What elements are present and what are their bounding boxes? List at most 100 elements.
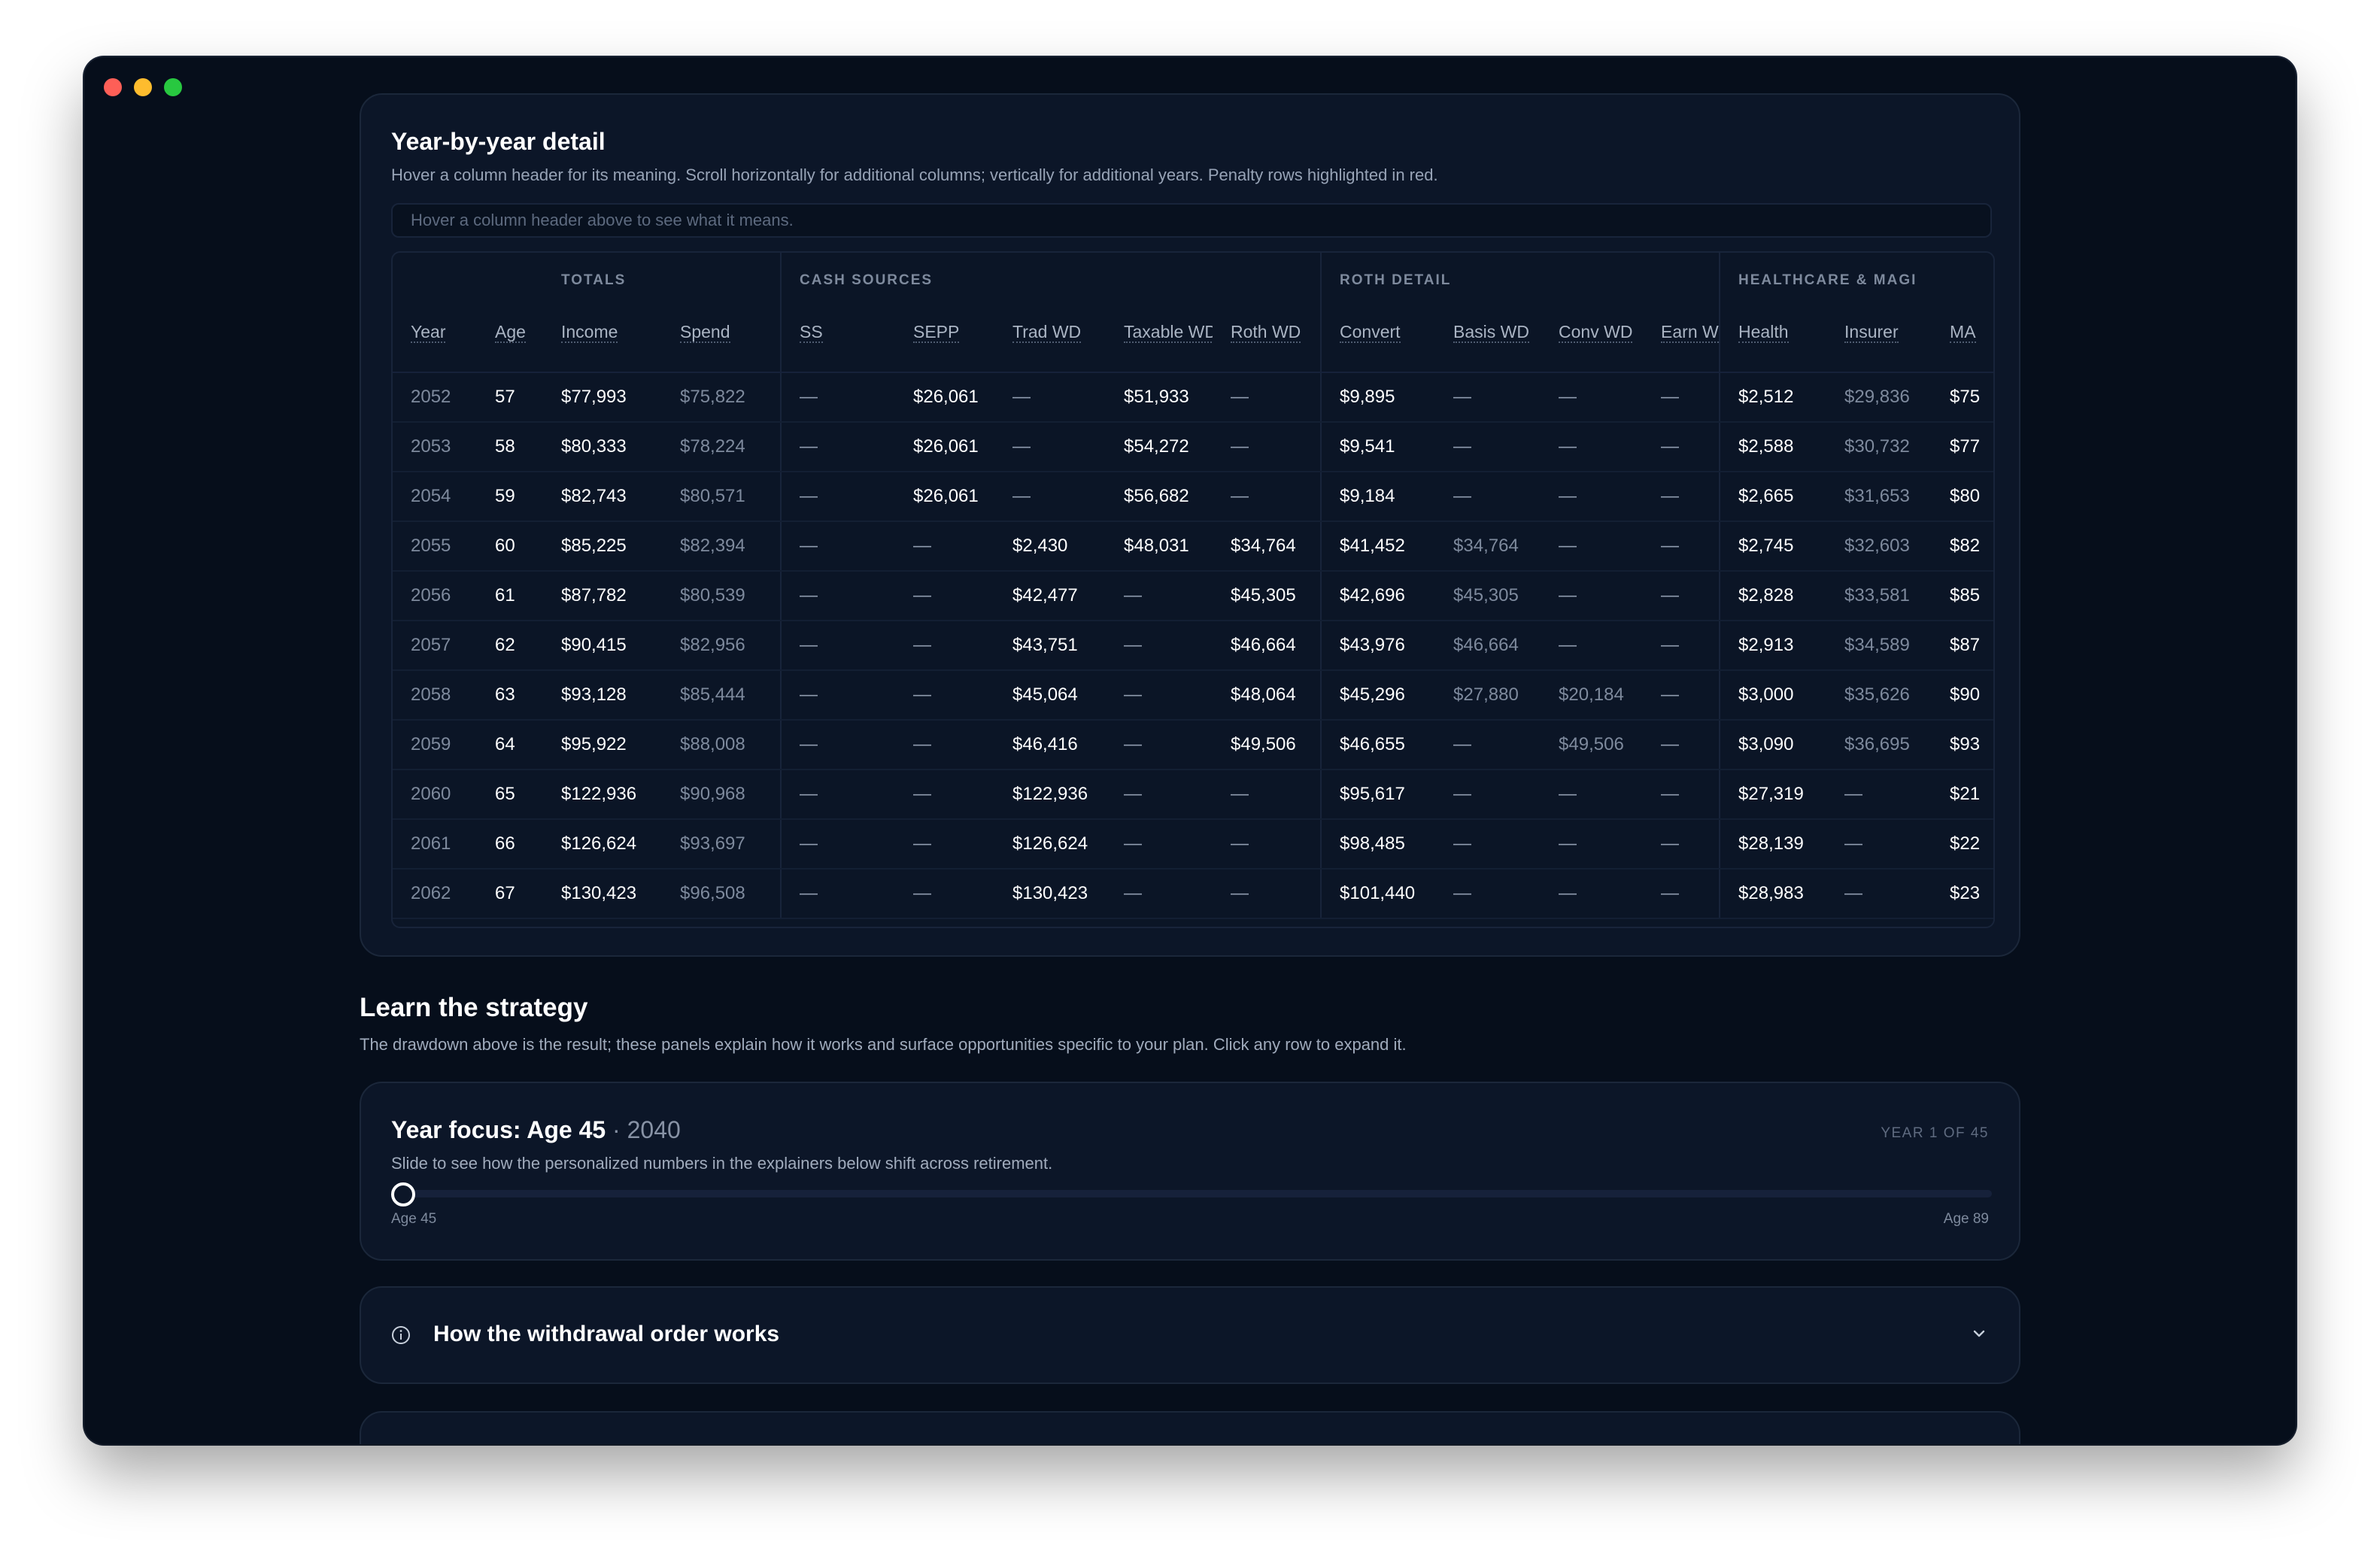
cell-ss: — <box>780 670 895 721</box>
col-header-year[interactable]: Year <box>393 292 477 373</box>
cell-roth-wd: $45,305 <box>1213 571 1322 621</box>
cell-insurer: $31,653 <box>1826 472 1932 522</box>
cell-income: $130,423 <box>543 869 662 919</box>
col-header-trad-wd[interactable]: Trad WD <box>994 292 1106 373</box>
cell-spend: $93,697 <box>662 819 781 870</box>
cell-health: $3,000 <box>1719 670 1827 721</box>
year-detail-table-scroll[interactable]: TOTALS CASH SOURCES ROTH DETAIL HEALTHCA… <box>391 251 1995 928</box>
cell-convert: $95,617 <box>1320 769 1436 820</box>
cell-trad-wd: $42,477 <box>994 571 1106 621</box>
col-header-basis-wd[interactable]: Basis WD <box>1435 292 1541 373</box>
cell-trad-wd: $46,416 <box>994 720 1106 770</box>
cell-year: 2054 <box>393 472 477 522</box>
group-header-row: TOTALS CASH SOURCES ROTH DETAIL HEALTHCA… <box>393 253 1993 292</box>
cell-taxable-wd: — <box>1106 621 1213 671</box>
cell-conv-wd: — <box>1541 372 1644 423</box>
table-row: 2062 67 $130,423 $96,508— — $130,423— — $101,44… <box>393 869 1993 919</box>
chevron-down-icon[interactable] <box>1969 1324 1989 1343</box>
cell-ss: — <box>780 372 895 423</box>
cell-age: 65 <box>477 769 543 820</box>
cell-income: $82,743 <box>543 472 662 522</box>
cell-year: 2056 <box>393 571 477 621</box>
age-slider-track[interactable] <box>391 1190 1992 1197</box>
col-header-taxable-wd[interactable]: Taxable WD <box>1106 292 1213 373</box>
col-header-age[interactable]: Age <box>477 292 543 373</box>
cell-basis-wd: $46,664 <box>1435 621 1541 671</box>
col-header-convert[interactable]: Convert <box>1320 292 1436 373</box>
col-header-label: Trad WD <box>1012 322 1082 343</box>
cell-spend: $80,539 <box>662 571 781 621</box>
cell-health: $2,512 <box>1719 372 1827 423</box>
col-header-label: SS <box>800 322 823 343</box>
cell-taxable-wd: — <box>1106 720 1213 770</box>
col-header-label: Income <box>561 322 618 343</box>
cell-year: 2052 <box>393 372 477 423</box>
year-focus-title: Year focus: Age 45 · 2040 <box>391 1116 681 1144</box>
cell-taxable-wd: — <box>1106 869 1213 919</box>
year-focus-age: Year focus: Age 45 <box>391 1116 606 1143</box>
cell-basis-wd: $27,880 <box>1435 670 1541 721</box>
cell-insurer: $34,589 <box>1826 621 1932 671</box>
col-header-spend[interactable]: Spend <box>662 292 781 373</box>
close-window-button[interactable] <box>104 78 122 96</box>
cell-spend: $90,968 <box>662 769 781 820</box>
cell-convert: $9,541 <box>1320 422 1436 472</box>
col-header-health[interactable]: Health <box>1719 292 1827 373</box>
cell-roth-wd: — <box>1213 819 1322 870</box>
cell-earn-wd: — <box>1643 769 1720 820</box>
cell-sepp: $26,061 <box>895 372 994 423</box>
col-header-income[interactable]: Income <box>543 292 662 373</box>
col-header-magi[interactable]: MA <box>1932 292 1993 373</box>
col-header-insurer[interactable]: Insurer <box>1826 292 1932 373</box>
cell-roth-wd: — <box>1213 472 1322 522</box>
cell-magi: $21 <box>1932 769 1993 820</box>
cell-health: $2,745 <box>1719 521 1827 572</box>
table-row: 2052 57 $77,993 $75,822— $26,061— $51,933— $9,… <box>393 372 1993 423</box>
cell-conv-wd: — <box>1541 521 1644 572</box>
cell-ss: — <box>780 819 895 870</box>
col-header-sepp[interactable]: SEPP <box>895 292 994 373</box>
cell-taxable-wd: $51,933 <box>1106 372 1213 423</box>
col-header-earn-wd[interactable]: Earn WD <box>1643 292 1720 373</box>
cell-convert: $43,976 <box>1320 621 1436 671</box>
col-header-label: Spend <box>680 322 730 343</box>
cell-sepp: $26,061 <box>895 422 994 472</box>
withdrawal-order-accordion[interactable]: How the withdrawal order works <box>360 1286 2020 1384</box>
col-header-label: Year <box>411 322 446 343</box>
table-row: 2060 65 $122,936 $90,968— — $122,936— — $95,617… <box>393 769 1993 820</box>
age-slider-thumb[interactable] <box>391 1182 415 1206</box>
cell-taxable-wd: $54,272 <box>1106 422 1213 472</box>
minimize-window-button[interactable] <box>134 78 152 96</box>
cell-magi: $90 <box>1932 670 1993 721</box>
table-row: 2053 58 $80,333 $78,224— $26,061— $54,272— $9,… <box>393 422 1993 472</box>
cell-conv-wd: — <box>1541 621 1644 671</box>
col-header-label: Roth WD <box>1231 322 1301 343</box>
cell-roth-wd: — <box>1213 869 1322 919</box>
cell-spend: $82,394 <box>662 521 781 572</box>
cell-basis-wd: — <box>1435 869 1541 919</box>
col-header-conv-wd[interactable]: Conv WD <box>1541 292 1644 373</box>
cell-roth-wd: — <box>1213 372 1322 423</box>
next-accordion-card[interactable] <box>360 1411 2020 1444</box>
year-detail-table: TOTALS CASH SOURCES ROTH DETAIL HEALTHCA… <box>393 253 1993 919</box>
cell-earn-wd: — <box>1643 571 1720 621</box>
learn-subtitle: The drawdown above is the result; these … <box>360 1035 1407 1054</box>
zoom-window-button[interactable] <box>164 78 182 96</box>
cell-ss: — <box>780 422 895 472</box>
cell-trad-wd: — <box>994 472 1106 522</box>
col-header-roth-wd[interactable]: Roth WD <box>1213 292 1322 373</box>
cell-health: $2,913 <box>1719 621 1827 671</box>
info-icon <box>392 1326 410 1344</box>
cell-earn-wd: — <box>1643 869 1720 919</box>
cell-convert: $45,296 <box>1320 670 1436 721</box>
cell-insurer: — <box>1826 869 1932 919</box>
cell-earn-wd: — <box>1643 521 1720 572</box>
group-healthcare-magi: HEALTHCARE & MAGI <box>1719 253 1993 292</box>
cell-convert: $98,485 <box>1320 819 1436 870</box>
cell-roth-wd: $46,664 <box>1213 621 1322 671</box>
table-row: 2055 60 $85,225 $82,394— — $2,430 $48,031 $34,7… <box>393 521 1993 572</box>
cell-trad-wd: $130,423 <box>994 869 1106 919</box>
cell-spend: $85,444 <box>662 670 781 721</box>
cell-trad-wd: $2,430 <box>994 521 1106 572</box>
col-header-ss[interactable]: SS <box>780 292 895 373</box>
